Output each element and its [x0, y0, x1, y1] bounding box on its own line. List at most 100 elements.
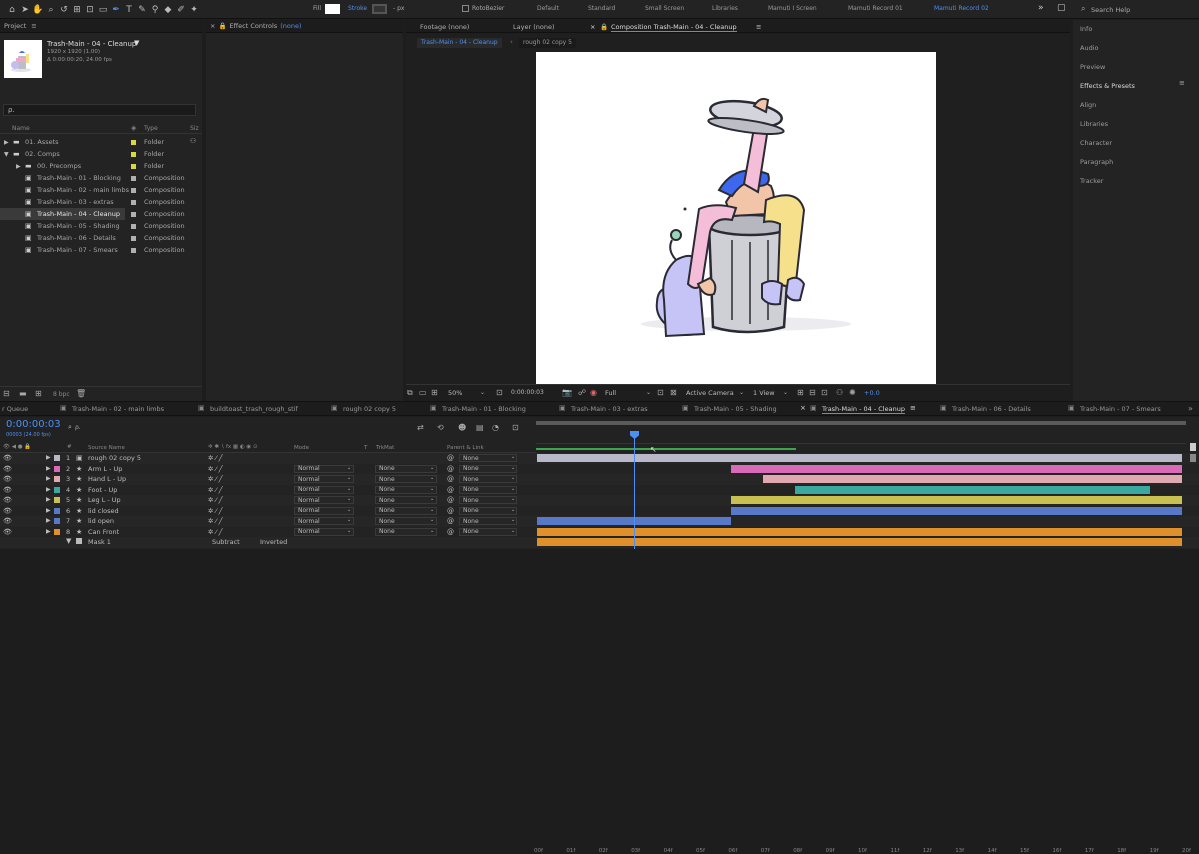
interpret-footage-icon[interactable]: ⊟ [3, 389, 10, 398]
comp-flowchart-icon[interactable]: ⊟ [809, 388, 816, 397]
effects-presets-menu-icon[interactable]: ≡ [1179, 79, 1185, 87]
comp-tab-menu-icon[interactable]: ≡ [756, 23, 761, 31]
flowchart-view-icon[interactable]: ⚇ [836, 388, 843, 397]
right-panel-align[interactable]: Align [1080, 101, 1096, 109]
roto-brush-tool-icon[interactable]: ✐ [175, 3, 187, 16]
visibility-eye-icon[interactable]: 👁 [3, 475, 12, 483]
parent-chevron-icon[interactable]: ⌄ [511, 528, 515, 534]
pick-whip-icon[interactable]: @ [447, 528, 454, 536]
timeline-timecode[interactable]: 0:00:00:03 [6, 419, 61, 430]
mode-chevron-icon[interactable]: ⌄ [347, 517, 351, 523]
pick-whip-icon[interactable]: @ [447, 475, 454, 483]
bpc-label[interactable]: 8 bpc [53, 391, 70, 398]
timeline-layer-row[interactable]: 👁 ▶ 6 ★ lid closed ✲ ⁄ ╱ Normal ⌄ None ⌄ @ None ⌄ [0, 505, 1199, 516]
project-item[interactable]: ▣ Trash-Main - 02 - main limbs Composition [0, 184, 200, 196]
layer-duration-bar[interactable] [730, 506, 1182, 515]
maximize-icon[interactable]: ▢ [1057, 3, 1066, 13]
rotobezier-checkbox[interactable] [462, 5, 469, 12]
layer-expand-arrow-icon[interactable]: ▶ [46, 507, 51, 514]
trkmat-chevron-icon[interactable]: ⌄ [430, 486, 434, 492]
exposure-icon[interactable]: ✺ [849, 388, 856, 397]
mode-chevron-icon[interactable]: ⌄ [347, 475, 351, 481]
tab-close-icon[interactable]: × [800, 404, 806, 412]
right-panel-preview[interactable]: Preview [1080, 63, 1105, 71]
tab-menu-icon[interactable]: ≡ [910, 404, 916, 412]
mask-expand-arrow-icon[interactable]: ▼ [66, 537, 71, 545]
close-icon[interactable]: × [210, 22, 215, 30]
col-parent-link[interactable]: Parent & Link [447, 445, 484, 451]
zoom-slider-handle[interactable] [1190, 443, 1196, 451]
right-panel-effects-presets[interactable]: Effects & Presets [1080, 82, 1135, 90]
mask-inverted[interactable]: Inverted [260, 538, 287, 546]
project-item[interactable]: ▣ Trash-Main - 06 - Details Composition [0, 232, 200, 244]
label-swatch[interactable] [131, 139, 136, 145]
project-item[interactable]: ▣ Trash-Main - 01 - Blocking Composition [0, 172, 200, 184]
project-search-input[interactable]: ρ. [3, 104, 196, 116]
camera-tool-icon[interactable]: ⊞ [71, 3, 83, 16]
rectangle-tool-icon[interactable]: ▭ [97, 3, 109, 16]
label-swatch[interactable] [131, 211, 136, 217]
new-comp-icon[interactable]: ⊞ [35, 389, 42, 398]
layer-switches-icon[interactable]: ✲ ⁄ ╱ [208, 465, 223, 473]
layer-name[interactable]: lid closed [88, 507, 119, 515]
visibility-eye-icon[interactable]: 👁 [3, 528, 12, 536]
layer-name[interactable]: Leg L - Up [88, 496, 121, 504]
pen-tool-icon[interactable]: ✒ [110, 3, 122, 16]
col-size[interactable]: Siz [190, 125, 199, 132]
timeline-tab[interactable]: Trash-Main - 07 - Smears [1080, 405, 1161, 413]
layer-mode-select[interactable]: Normal [294, 517, 354, 525]
breadcrumb-current[interactable]: Trash-Main - 04 - Cleanup [417, 38, 502, 48]
parent-chevron-icon[interactable]: ⌄ [511, 486, 515, 492]
layer-parent-select[interactable]: None [459, 527, 517, 536]
col-type[interactable]: Type [144, 125, 158, 132]
layer-name[interactable]: rough 02 copy 5 [88, 454, 141, 462]
zoom-slider-handle-2[interactable] [1190, 454, 1196, 462]
timeline-layer-row[interactable]: 👁 ▶ 7 ★ lid open ✲ ⁄ ╱ Normal ⌄ None ⌄ @ None ⌄ [0, 516, 1199, 527]
layer-switches-icon[interactable]: ✲ ⁄ ╱ [208, 507, 223, 515]
layer-expand-arrow-icon[interactable]: ▶ [46, 454, 51, 461]
workspace-mamuti-record-01[interactable]: Mamuti Record 01 [848, 5, 903, 12]
layer-mode-select[interactable]: Normal [294, 527, 354, 536]
project-item[interactable]: ▣ Trash-Main - 03 - extras Composition [0, 196, 200, 208]
breadcrumb-sub[interactable]: rough 02 copy 5 [519, 38, 576, 48]
label-swatch[interactable] [131, 247, 136, 253]
project-item[interactable]: ▣ Trash-Main - 04 - Cleanup Composition [0, 208, 185, 220]
effect-controls-target[interactable]: (none) [280, 22, 301, 30]
parent-chevron-icon[interactable]: ⌄ [511, 465, 515, 471]
label-swatch[interactable] [131, 235, 136, 241]
pick-whip-icon[interactable]: @ [447, 486, 454, 494]
visibility-eye-icon[interactable]: 👁 [3, 486, 12, 494]
exposure-value[interactable]: +0.0 [864, 389, 880, 397]
rotate-tool-icon[interactable]: ↺ [58, 3, 70, 16]
layer-label-color[interactable] [54, 486, 60, 493]
comp-info-dropdown-icon[interactable]: ▼ [134, 39, 139, 47]
show-channel-icon[interactable]: ◉ [590, 388, 597, 397]
effect-controls-tab[interactable]: Effect Controls [230, 22, 278, 30]
layer-label-color[interactable] [54, 518, 60, 524]
parent-chevron-icon[interactable]: ⌄ [511, 475, 515, 481]
current-time-indicator[interactable] [634, 431, 635, 549]
trkmat-chevron-icon[interactable]: ⌄ [430, 507, 434, 513]
label-swatch[interactable] [131, 175, 136, 181]
label-swatch[interactable] [131, 199, 136, 205]
delete-icon[interactable]: 🗑 [76, 389, 86, 398]
graph-editor-icon[interactable]: ⊡ [512, 423, 519, 432]
resolution-dropdown[interactable]: Full [605, 389, 616, 397]
timeline-tab[interactable]: r Queue [2, 405, 28, 413]
panel-menu-icon[interactable]: ≡ [31, 22, 36, 30]
layer-label-color[interactable] [54, 528, 60, 535]
footage-tab[interactable]: Footage (none) [420, 23, 469, 31]
layer-name[interactable]: Hand L - Up [88, 475, 126, 483]
label-swatch[interactable] [131, 187, 136, 193]
layer-tab[interactable]: Layer (none) [513, 23, 554, 31]
stroke-label[interactable]: Stroke [348, 5, 367, 12]
views-dropdown[interactable]: 1 View [753, 389, 775, 397]
zoom-chevron-icon[interactable]: ⌄ [480, 389, 485, 396]
timeline-layer-row[interactable]: 👁 ▶ 2 ★ Arm L - Up ✲ ⁄ ╱ Normal ⌄ None ⌄ @ None ⌄ [0, 463, 1199, 474]
trkmat-chevron-icon[interactable]: ⌄ [430, 517, 434, 523]
parent-chevron-icon[interactable]: ⌄ [511, 517, 515, 523]
pick-whip-icon[interactable]: @ [447, 454, 454, 462]
workspace-standard[interactable]: Standard [588, 5, 615, 12]
pick-whip-icon[interactable]: @ [447, 517, 454, 525]
col-source-name[interactable]: Source Name [88, 445, 125, 451]
